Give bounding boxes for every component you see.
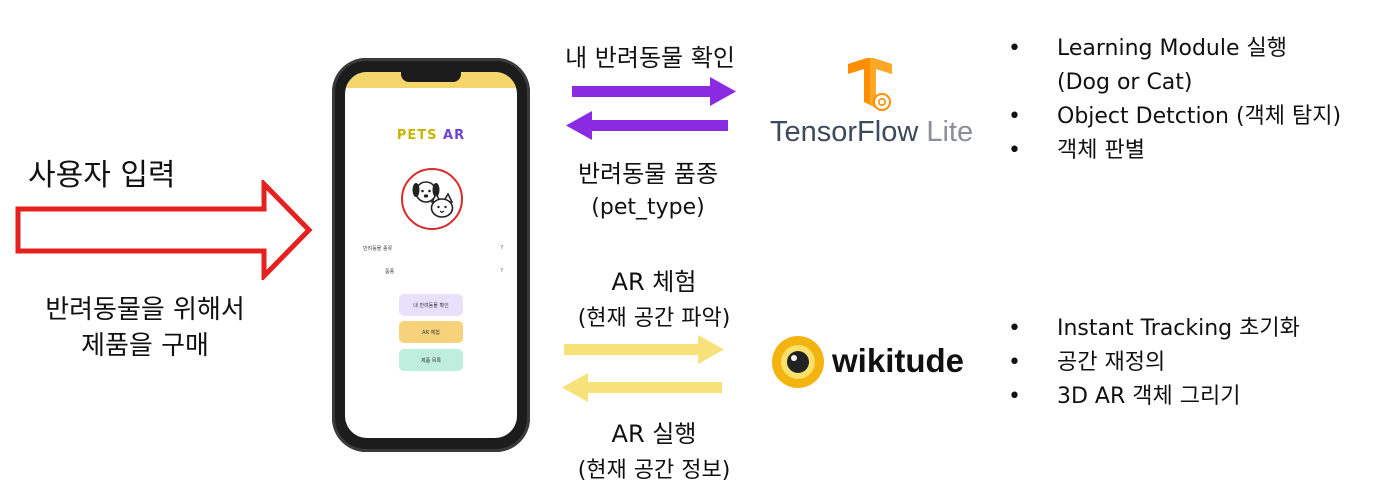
bullet-dot: •	[1008, 384, 1021, 409]
tf-bullet-1: • Learning Module 실행	[1008, 32, 1388, 66]
ar-request-arrow	[564, 335, 724, 364]
tensorflow-icon	[848, 58, 892, 111]
wk-bullet-2: • 공간 재정의	[1008, 346, 1388, 380]
architecture-diagram: 사용자 입력 반려동물을 위해서 제품을 구매 PETS AR 반려동물 종류 …	[0, 0, 1393, 501]
wikitude-bullet-list: • Instant Tracking 초기화 • 공간 재정의 • 3D AR 객체 …	[1008, 312, 1388, 414]
ar-response-label: AR 실행 (현재 공간 정보)	[524, 414, 784, 484]
user-input-arrow	[15, 180, 313, 280]
info-label-species: 반려동물 종류	[363, 246, 393, 252]
tf-bullet-1-cont: (Dog or Cat)	[1057, 70, 1193, 95]
info-value-species: ?	[500, 245, 503, 251]
wikitude-eye-icon	[772, 336, 824, 388]
info-label-breed: 품종	[385, 269, 395, 275]
tf-request-label: 내 반려동물 확인	[565, 44, 735, 72]
wikitude-logo-text: wikitude	[832, 342, 965, 379]
bullet-dot: •	[1008, 36, 1021, 61]
tf-response-arrow	[566, 111, 728, 140]
wk-bullet-1: • Instant Tracking 초기화	[1008, 312, 1388, 346]
tf-bullet-3: • 객체 판별	[1008, 134, 1388, 168]
wk-bullet-3: • 3D AR 객체 그리기	[1008, 380, 1388, 414]
purpose-text: 반려동물을 위해서 제품을 구매	[10, 292, 280, 364]
bullet-dot: •	[1008, 350, 1021, 375]
phone-notch	[401, 72, 461, 82]
app-title: PETS AR	[345, 128, 517, 143]
tensorflow-logo-text: TensorFlow Lite	[770, 116, 973, 149]
tf-bullet-2: • Object Detction (객체 탐지)	[1008, 100, 1388, 134]
bullet-dot: •	[1008, 316, 1021, 341]
purpose-line-2: 제품을 구매	[81, 331, 209, 361]
info-row-breed: 품종 ?	[363, 268, 503, 275]
ar-request-line-1: AR 체험	[611, 268, 697, 296]
purpose-line-1: 반려동물을 위해서	[45, 295, 245, 325]
ar-response-line-2: (현재 공간 정보)	[577, 458, 731, 483]
ar-request-label: AR 체험 (현재 공간 파악)	[524, 262, 784, 332]
tf-response-line-1: 반려동물 품종	[577, 160, 719, 188]
check-pet-button[interactable]: 내 반려동물 확인	[399, 294, 463, 316]
tf-response-line-2: (pet_type)	[591, 195, 705, 220]
pet-logo	[401, 168, 463, 230]
app-title-part2: AR	[443, 128, 466, 143]
app-title-part1: PETS	[396, 128, 438, 143]
ar-experience-button[interactable]: AR 체험	[399, 321, 463, 343]
bullet-dot: •	[1008, 104, 1021, 129]
info-value-breed: ?	[500, 268, 503, 274]
ar-response-arrow	[562, 373, 722, 402]
product-list-button[interactable]: 제품 목록	[399, 349, 463, 371]
tf-response-label: 반려동물 품종 (pet_type)	[518, 154, 778, 220]
ar-request-line-2: (현재 공간 파악)	[577, 306, 731, 331]
tensorflow-bullet-list: • Learning Module 실행 (Dog or Cat) • Object…	[1008, 32, 1388, 168]
dog-cat-icon	[412, 181, 454, 218]
phone-screen: PETS AR 반려동물 종류 ? 품종 ? 내 반려동물 확인 AR 체험 제…	[345, 72, 517, 438]
tf-request-arrow	[572, 77, 736, 106]
bullet-dot: •	[1008, 138, 1021, 163]
tensorflow-logo-main: TensorFlow	[770, 116, 919, 148]
info-row-species: 반려동물 종류 ?	[363, 245, 503, 252]
ar-response-line-1: AR 실행	[611, 420, 697, 448]
tensorflow-logo-suffix: Lite	[918, 116, 974, 148]
